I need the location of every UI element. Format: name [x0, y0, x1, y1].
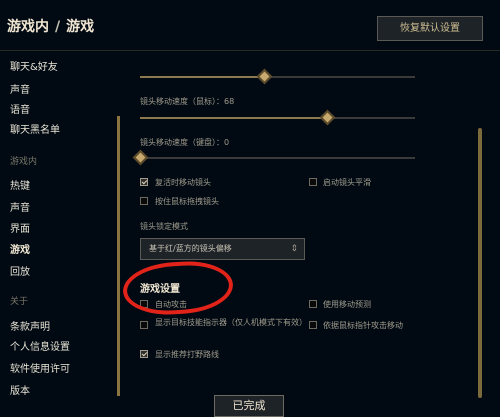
- jungle-route-label: 显示推荐打野路线: [155, 350, 219, 359]
- mouse-speed-label: 镜头移动速度（鼠标）：68: [140, 97, 235, 106]
- annotation-circle: [121, 258, 235, 318]
- keyboard-speed-thumb[interactable]: [132, 149, 149, 166]
- done-button[interactable]: 已完成: [214, 395, 284, 417]
- respawn-camera-checkbox[interactable]: [140, 178, 148, 186]
- mouse-speed-thumb[interactable]: [319, 109, 336, 126]
- keyboard-speed-track[interactable]: [140, 157, 415, 159]
- sidebar-item-interface[interactable]: 界面: [10, 220, 30, 235]
- breadcrumb-current: 游戏: [66, 19, 95, 35]
- sidebar: 聊天&好友 声音 语音 聊天黑名单 游戏内 热键 声音 界面 游戏 回放 关于 …: [0, 54, 112, 417]
- cursor-attack-move-label: 依据鼠标指针攻击移动: [323, 321, 403, 330]
- settings-page: 游戏内 / 游戏 恢复默认设置 聊天&好友 声音 语音 聊天黑名单 游戏内 热键 声…: [0, 0, 500, 417]
- drag-camera-checkbox[interactable]: [140, 197, 148, 205]
- sidebar-item-chat-blacklist[interactable]: 聊天黑名单: [10, 121, 60, 136]
- sidebar-item-version[interactable]: 版本: [10, 382, 30, 397]
- lock-mode-value: 基于红/蓝方的镜头偏移: [149, 244, 232, 253]
- content-scrollbar[interactable]: [478, 128, 482, 398]
- sidebar-item-privacy[interactable]: 个人信息设置: [10, 338, 70, 353]
- cursor-attack-move-checkbox[interactable]: [309, 321, 317, 329]
- top-slider-fill: [140, 76, 264, 78]
- sidebar-item-voice[interactable]: 语音: [10, 101, 30, 116]
- target-indicator-checkbox[interactable]: [140, 321, 148, 329]
- page-title: 游戏内 / 游戏: [7, 16, 94, 36]
- camera-smoothing-checkbox[interactable]: [309, 178, 317, 186]
- breadcrumb-parent: 游戏内: [7, 19, 49, 35]
- sidebar-item-ingame-sound[interactable]: 声音: [10, 199, 30, 214]
- mouse-speed-fill: [140, 117, 327, 119]
- sidebar-item-chat-friends[interactable]: 聊天&好友: [10, 58, 58, 73]
- content-left-border: [117, 116, 120, 396]
- sidebar-item-replay[interactable]: 回放: [10, 263, 30, 278]
- drag-camera-label: 按住鼠标拖拽镜头: [155, 197, 219, 206]
- move-prediction-checkbox[interactable]: [309, 300, 317, 308]
- header-divider: [0, 50, 500, 51]
- sidebar-item-sound[interactable]: 声音: [10, 81, 30, 96]
- target-indicator-label: 显示目标技能指示器（仅人机模式下有效）: [155, 318, 307, 327]
- sidebar-item-game[interactable]: 游戏: [10, 241, 30, 256]
- respawn-camera-label: 复活时移动镜头: [155, 178, 211, 187]
- sidebar-item-terms[interactable]: 条款声明: [10, 318, 50, 333]
- lock-mode-label: 镜头锁定模式: [140, 222, 188, 231]
- move-prediction-label: 使用移动预测: [323, 300, 371, 309]
- jungle-route-checkbox[interactable]: [140, 350, 148, 358]
- sidebar-group-ingame: 游戏内: [10, 157, 38, 167]
- sidebar-item-hotkeys[interactable]: 热键: [10, 177, 30, 192]
- camera-smoothing-label: 启动镜头平滑: [323, 178, 371, 187]
- reset-defaults-button[interactable]: 恢复默认设置: [377, 16, 483, 41]
- keyboard-speed-label: 镜头移动速度（键盘）：0: [140, 138, 230, 147]
- lock-mode-dropdown[interactable]: 基于红/蓝方的镜头偏移 ⇕: [140, 238, 305, 260]
- sidebar-item-license[interactable]: 软件使用许可: [10, 360, 70, 375]
- chevron-updown-icon: ⇕: [290, 244, 298, 254]
- sidebar-group-about: 关于: [10, 297, 29, 307]
- breadcrumb-separator: /: [55, 19, 61, 35]
- top-slider-thumb[interactable]: [256, 68, 273, 85]
